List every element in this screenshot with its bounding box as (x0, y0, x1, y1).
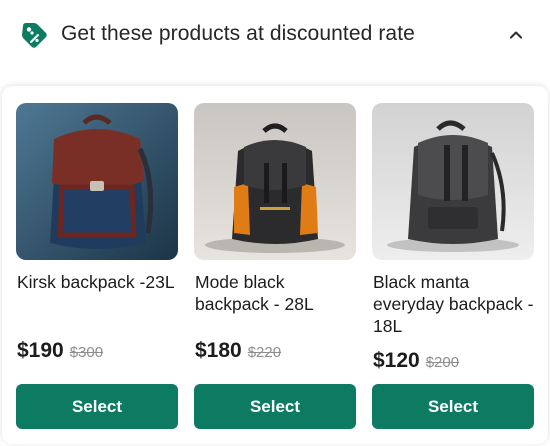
price-row: $180 $220 (195, 339, 281, 363)
product-original-price: $300 (69, 344, 104, 361)
discount-tag-icon (22, 23, 47, 48)
product-name: Black manta everyday backpack - 18L (373, 272, 534, 336)
select-button[interactable]: Select (194, 384, 356, 429)
product-price: $190 (17, 339, 64, 362)
product-price: $180 (195, 339, 242, 362)
offer-header[interactable]: Get these products at discounted rate (0, 0, 550, 68)
product-image[interactable] (372, 103, 534, 260)
product-price: $120 (373, 349, 420, 372)
product-name: Kirsk backpack -23L (17, 272, 175, 292)
black-orange-backpack-photo (194, 103, 356, 260)
header-title: Get these products at discounted rate (61, 22, 415, 45)
select-button[interactable]: Select (16, 384, 178, 429)
chevron-up-icon[interactable] (505, 24, 527, 46)
grey-backpack-photo (372, 103, 534, 260)
product-name: Mode black backpack - 28L (195, 272, 314, 314)
product-original-price: $200 (425, 354, 460, 371)
red-navy-backpack-photo (16, 103, 178, 260)
price-row: $190 $300 (17, 339, 103, 363)
price-row: $120 $200 (373, 349, 459, 373)
product-original-price: $220 (247, 344, 282, 361)
select-button[interactable]: Select (372, 384, 534, 429)
product-image[interactable] (16, 103, 178, 260)
product-image[interactable] (194, 103, 356, 260)
